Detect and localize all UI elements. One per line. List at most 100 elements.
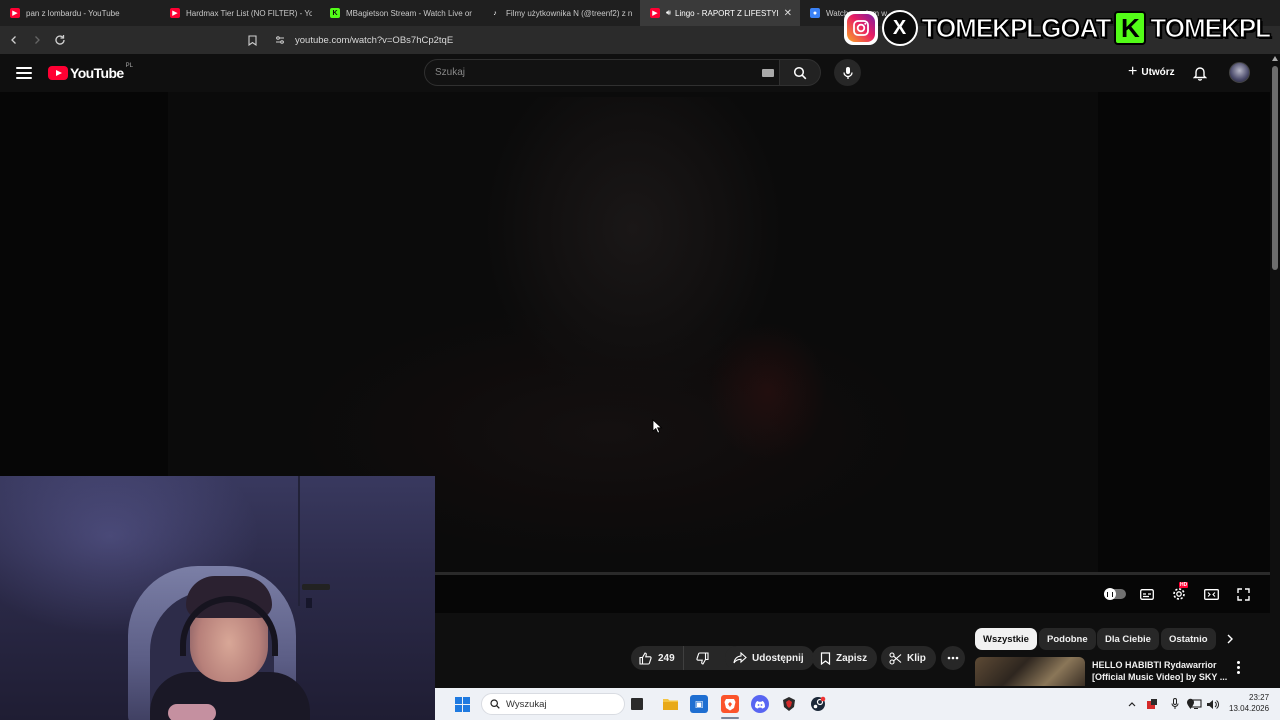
chip-for-you[interactable]: Dla Ciebie [1097, 628, 1159, 650]
chip-related[interactable]: Podobne [1039, 628, 1096, 650]
subtitles-button[interactable] [1138, 585, 1156, 603]
reload-button[interactable] [50, 30, 70, 50]
youtube-header: YouTube PL Szukaj + Utwórz [0, 54, 1270, 92]
recommended-thumbnail[interactable] [975, 657, 1085, 686]
youtube-icon: ▶ [10, 8, 20, 18]
screen: ▶ pan z lombardu - YouTube ▶ Hardmax Tie… [0, 0, 1280, 720]
fullscreen-button[interactable] [1234, 585, 1252, 603]
volume-icon[interactable] [1205, 697, 1219, 711]
system-clock[interactable]: 23:27 13.04.2026 [1229, 692, 1269, 714]
tab-title: Filmy użytkownika N (@treenf2) z n [506, 8, 632, 18]
settings-button[interactable]: HD [1170, 582, 1189, 603]
discord-icon[interactable] [751, 695, 769, 713]
mouse-cursor-icon [652, 419, 663, 434]
tab-title: Lingo - RAPORT Z LIFESTYLE [675, 8, 778, 18]
browser-tab-active[interactable]: ▶ 🔊︎ Lingo - RAPORT Z LIFESTYLE ✕ [640, 0, 800, 26]
create-button[interactable]: + Utwórz [1118, 60, 1185, 84]
bookmark-icon [820, 651, 831, 665]
save-button[interactable]: Zapisz [812, 646, 878, 670]
speaker-icon[interactable]: 🔊︎ [666, 8, 671, 18]
recommended-title-line-2: [Official Music Video] by SKY ... [1092, 672, 1228, 682]
clip-button[interactable]: Klip [881, 646, 936, 670]
browser-tab[interactable]: ▶ Hardmax Tier List (NO FILTER) - You [160, 0, 320, 26]
page-scrollbar[interactable] [1270, 54, 1280, 686]
chevron-right-icon[interactable] [1221, 630, 1239, 648]
avatar[interactable] [1229, 62, 1250, 83]
recommended-title[interactable]: HELLO HABIBTI Rydawarrior [Official Musi… [1092, 659, 1232, 683]
scroll-up-arrow-icon[interactable] [1272, 56, 1278, 61]
share-button[interactable]: Udostępnij [725, 646, 814, 670]
webcam-object [302, 584, 330, 590]
search-icon [793, 66, 807, 79]
keyboard-icon[interactable] [762, 69, 774, 77]
theater-mode-icon [1203, 588, 1219, 600]
tab-title: pan z lombardu - YouTube [26, 8, 120, 18]
video-glow [708, 322, 828, 462]
voice-search-button[interactable] [834, 59, 861, 86]
stream-overlay: X TOMEKPLGOAT K TOMEKPL [843, 10, 1272, 46]
subtitles-icon [1140, 588, 1154, 600]
webcam-overlay [0, 476, 435, 720]
youtube-play-icon [48, 66, 68, 80]
steam-icon[interactable] [809, 695, 827, 713]
youtube-wordmark: YouTube [70, 65, 124, 81]
file-explorer-icon[interactable] [661, 695, 679, 713]
network-icon[interactable] [1189, 697, 1203, 711]
search-placeholder: Szukaj [435, 67, 466, 78]
youtube-icon: ▶ [650, 8, 660, 18]
clock-time: 23:27 [1249, 693, 1270, 702]
below-player-area: 249 Udostępnij Zapisz Klip Wszystkie Pod… [435, 613, 1270, 686]
hd-badge-icon: HD [1179, 582, 1189, 588]
windows-taskbar: Wyszukaj ▣ 23:27 13.04.2026 [435, 688, 1280, 720]
more-vertical-icon[interactable] [1231, 658, 1245, 676]
overlay-handle-secondary: TOMEKPL [1150, 12, 1272, 43]
scrollbar-thumb[interactable] [1272, 66, 1278, 270]
dislike-button[interactable] [684, 646, 722, 670]
plus-icon: + [1128, 63, 1138, 80]
tab-title: MBagietson Stream - Watch Live or [346, 8, 472, 18]
back-button[interactable] [4, 30, 24, 50]
gear-icon [1173, 588, 1185, 600]
game-app-icon[interactable] [780, 695, 798, 713]
back-arrow-icon [11, 36, 16, 44]
autoplay-toggle[interactable] [1104, 588, 1126, 600]
create-label: Utwórz [1141, 66, 1175, 78]
search-box: Szukaj [424, 59, 821, 86]
tray-overflow-chevron-icon[interactable] [1125, 697, 1139, 711]
browser-tab[interactable]: ♪ Filmy użytkownika N (@treenf2) z n [480, 0, 640, 26]
progress-bar[interactable] [435, 572, 1270, 575]
menu-icon[interactable] [14, 64, 34, 82]
webcam-object-2 [306, 598, 312, 608]
microphone-icon[interactable] [1168, 697, 1182, 711]
notifications-button[interactable] [1190, 63, 1210, 83]
like-button[interactable]: 249 [631, 646, 684, 670]
theater-mode-button[interactable] [1202, 585, 1220, 603]
taskbar-search-field[interactable]: Wyszukaj [481, 693, 625, 715]
youtube-logo[interactable]: YouTube PL [48, 63, 133, 81]
recommended-title-line-1: HELLO HABIBTI Rydawarrior [1092, 660, 1217, 670]
browser-tab[interactable]: K MBagietson Stream - Watch Live or [320, 0, 480, 26]
task-view-icon[interactable] [631, 698, 643, 710]
microsoft-store-icon[interactable]: ▣ [690, 695, 708, 713]
scissors-icon [889, 651, 902, 665]
brave-browser-icon[interactable] [721, 695, 739, 713]
fullscreen-icon [1236, 587, 1250, 601]
site-settings-icon[interactable] [273, 35, 287, 45]
search-input[interactable]: Szukaj [424, 59, 780, 86]
more-horizontal-icon [947, 656, 959, 660]
close-tab-icon[interactable]: ✕ [784, 8, 792, 19]
clock-date: 13.04.2026 [1229, 704, 1270, 713]
search-icon [490, 699, 500, 709]
tray-app-icon[interactable] [1145, 697, 1159, 711]
more-actions-button[interactable] [941, 646, 965, 670]
chip-all[interactable]: Wszystkie [975, 628, 1037, 650]
chip-recent[interactable]: Ostatnio [1161, 628, 1216, 650]
bookmark-icon[interactable] [245, 34, 259, 46]
x-logo-icon: X [881, 10, 918, 46]
kick-icon: K [330, 8, 340, 18]
browser-tab[interactable]: ▶ pan z lombardu - YouTube [0, 0, 160, 26]
forward-button[interactable] [27, 30, 47, 50]
pause-icon [1104, 588, 1116, 600]
windows-start-icon[interactable] [455, 697, 470, 712]
search-button[interactable] [780, 59, 821, 86]
